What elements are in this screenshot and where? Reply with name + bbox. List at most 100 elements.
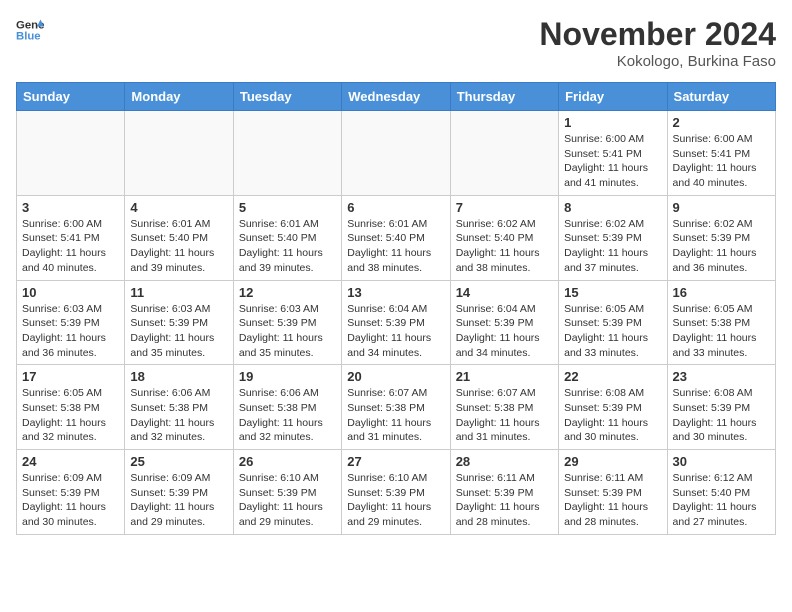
weekday-header-row: SundayMondayTuesdayWednesdayThursdayFrid… bbox=[17, 83, 776, 111]
day-cell: 24 Sunrise: 6:09 AM Sunset: 5:39 PM Dayli… bbox=[17, 450, 125, 535]
week-row-2: 3 Sunrise: 6:00 AM Sunset: 5:41 PM Daylig… bbox=[17, 195, 776, 280]
day-info: Sunrise: 6:01 AM Sunset: 5:40 PM Dayligh… bbox=[239, 217, 336, 276]
day-cell: 11Sunrise: 6:03 AM Sunset: 5:39 PM Dayli… bbox=[125, 280, 233, 365]
day-cell: 19 Sunrise: 6:06 AM Sunset: 5:38 PM Dayli… bbox=[233, 365, 341, 450]
day-cell: 25 Sunrise: 6:09 AM Sunset: 5:39 PM Dayli… bbox=[125, 450, 233, 535]
day-info: Sunrise: 6:09 AM Sunset: 5:39 PM Dayligh… bbox=[130, 471, 227, 530]
day-number: 14 bbox=[456, 285, 553, 300]
day-info: Sunrise: 6:12 AM Sunset: 5:40 PM Dayligh… bbox=[673, 471, 770, 530]
day-info: Sunrise: 6:01 AM Sunset: 5:40 PM Dayligh… bbox=[130, 217, 227, 276]
day-info: Sunrise: 6:09 AM Sunset: 5:39 PM Dayligh… bbox=[22, 471, 119, 530]
day-number: 16 bbox=[673, 285, 770, 300]
title-block: November 2024 Kokologo, Burkina Faso bbox=[539, 16, 776, 70]
day-number: 4 bbox=[130, 200, 227, 215]
day-cell: 16 Sunrise: 6:05 AM Sunset: 5:38 PM Dayli… bbox=[667, 280, 775, 365]
day-cell: 17 Sunrise: 6:05 AM Sunset: 5:38 PM Dayli… bbox=[17, 365, 125, 450]
page-header: General Blue November 2024 Kokologo, Bur… bbox=[16, 16, 776, 70]
day-cell: 5Sunrise: 6:01 AM Sunset: 5:40 PM Daylig… bbox=[233, 195, 341, 280]
day-cell: 14 Sunrise: 6:04 AM Sunset: 5:39 PM Dayli… bbox=[450, 280, 558, 365]
day-cell: 13Sunrise: 6:04 AM Sunset: 5:39 PM Dayli… bbox=[342, 280, 450, 365]
week-row-3: 10Sunrise: 6:03 AM Sunset: 5:39 PM Dayli… bbox=[17, 280, 776, 365]
day-cell: 21 Sunrise: 6:07 AM Sunset: 5:38 PM Dayli… bbox=[450, 365, 558, 450]
day-number: 22 bbox=[564, 369, 661, 384]
day-info: Sunrise: 6:02 AM Sunset: 5:39 PM Dayligh… bbox=[564, 217, 661, 276]
weekday-saturday: Saturday bbox=[667, 83, 775, 111]
logo-icon: General Blue bbox=[16, 16, 44, 44]
day-number: 7 bbox=[456, 200, 553, 215]
day-cell: 2Sunrise: 6:00 AM Sunset: 5:41 PM Daylig… bbox=[667, 111, 775, 196]
day-cell: 27 Sunrise: 6:10 AM Sunset: 5:39 PM Dayli… bbox=[342, 450, 450, 535]
day-number: 15 bbox=[564, 285, 661, 300]
day-cell: 12Sunrise: 6:03 AM Sunset: 5:39 PM Dayli… bbox=[233, 280, 341, 365]
day-number: 6 bbox=[347, 200, 444, 215]
day-info: Sunrise: 6:07 AM Sunset: 5:38 PM Dayligh… bbox=[456, 386, 553, 445]
day-number: 26 bbox=[239, 454, 336, 469]
day-info: Sunrise: 6:03 AM Sunset: 5:39 PM Dayligh… bbox=[22, 302, 119, 361]
day-number: 1 bbox=[564, 115, 661, 130]
day-number: 27 bbox=[347, 454, 444, 469]
day-info: Sunrise: 6:05 AM Sunset: 5:38 PM Dayligh… bbox=[22, 386, 119, 445]
week-row-5: 24 Sunrise: 6:09 AM Sunset: 5:39 PM Dayli… bbox=[17, 450, 776, 535]
day-number: 25 bbox=[130, 454, 227, 469]
day-cell: 29Sunrise: 6:11 AM Sunset: 5:39 PM Dayli… bbox=[559, 450, 667, 535]
day-info: Sunrise: 6:00 AM Sunset: 5:41 PM Dayligh… bbox=[22, 217, 119, 276]
day-info: Sunrise: 6:04 AM Sunset: 5:39 PM Dayligh… bbox=[456, 302, 553, 361]
day-number: 3 bbox=[22, 200, 119, 215]
day-number: 17 bbox=[22, 369, 119, 384]
day-number: 23 bbox=[673, 369, 770, 384]
day-info: Sunrise: 6:07 AM Sunset: 5:38 PM Dayligh… bbox=[347, 386, 444, 445]
week-row-4: 17 Sunrise: 6:05 AM Sunset: 5:38 PM Dayli… bbox=[17, 365, 776, 450]
day-cell: 18 Sunrise: 6:06 AM Sunset: 5:38 PM Dayli… bbox=[125, 365, 233, 450]
calendar-body: 1 Sunrise: 6:00 AM Sunset: 5:41 PM Daylig… bbox=[17, 111, 776, 535]
day-number: 30 bbox=[673, 454, 770, 469]
day-number: 2 bbox=[673, 115, 770, 130]
day-cell bbox=[233, 111, 341, 196]
day-number: 11 bbox=[130, 285, 227, 300]
day-info: Sunrise: 6:00 AM Sunset: 5:41 PM Dayligh… bbox=[564, 132, 661, 191]
location-subtitle: Kokologo, Burkina Faso bbox=[539, 53, 776, 70]
day-info: Sunrise: 6:10 AM Sunset: 5:39 PM Dayligh… bbox=[239, 471, 336, 530]
day-info: Sunrise: 6:06 AM Sunset: 5:38 PM Dayligh… bbox=[239, 386, 336, 445]
day-cell: 10Sunrise: 6:03 AM Sunset: 5:39 PM Dayli… bbox=[17, 280, 125, 365]
day-info: Sunrise: 6:10 AM Sunset: 5:39 PM Dayligh… bbox=[347, 471, 444, 530]
day-info: Sunrise: 6:01 AM Sunset: 5:40 PM Dayligh… bbox=[347, 217, 444, 276]
day-info: Sunrise: 6:04 AM Sunset: 5:39 PM Dayligh… bbox=[347, 302, 444, 361]
day-number: 9 bbox=[673, 200, 770, 215]
day-info: Sunrise: 6:02 AM Sunset: 5:39 PM Dayligh… bbox=[673, 217, 770, 276]
day-number: 18 bbox=[130, 369, 227, 384]
day-info: Sunrise: 6:05 AM Sunset: 5:39 PM Dayligh… bbox=[564, 302, 661, 361]
day-cell: 4 Sunrise: 6:01 AM Sunset: 5:40 PM Daylig… bbox=[125, 195, 233, 280]
day-number: 24 bbox=[22, 454, 119, 469]
day-number: 8 bbox=[564, 200, 661, 215]
day-cell: 3 Sunrise: 6:00 AM Sunset: 5:41 PM Daylig… bbox=[17, 195, 125, 280]
day-number: 29 bbox=[564, 454, 661, 469]
weekday-wednesday: Wednesday bbox=[342, 83, 450, 111]
day-info: Sunrise: 6:03 AM Sunset: 5:39 PM Dayligh… bbox=[239, 302, 336, 361]
day-cell: 8 Sunrise: 6:02 AM Sunset: 5:39 PM Daylig… bbox=[559, 195, 667, 280]
day-cell: 30 Sunrise: 6:12 AM Sunset: 5:40 PM Dayli… bbox=[667, 450, 775, 535]
day-cell: 6 Sunrise: 6:01 AM Sunset: 5:40 PM Daylig… bbox=[342, 195, 450, 280]
day-cell: 23Sunrise: 6:08 AM Sunset: 5:39 PM Dayli… bbox=[667, 365, 775, 450]
weekday-thursday: Thursday bbox=[450, 83, 558, 111]
day-cell: 22 Sunrise: 6:08 AM Sunset: 5:39 PM Dayli… bbox=[559, 365, 667, 450]
day-info: Sunrise: 6:06 AM Sunset: 5:38 PM Dayligh… bbox=[130, 386, 227, 445]
day-cell: 7 Sunrise: 6:02 AM Sunset: 5:40 PM Daylig… bbox=[450, 195, 558, 280]
month-title: November 2024 bbox=[539, 16, 776, 53]
day-info: Sunrise: 6:05 AM Sunset: 5:38 PM Dayligh… bbox=[673, 302, 770, 361]
weekday-monday: Monday bbox=[125, 83, 233, 111]
day-cell: 26 Sunrise: 6:10 AM Sunset: 5:39 PM Dayli… bbox=[233, 450, 341, 535]
week-row-1: 1 Sunrise: 6:00 AM Sunset: 5:41 PM Daylig… bbox=[17, 111, 776, 196]
day-cell: 20 Sunrise: 6:07 AM Sunset: 5:38 PM Dayli… bbox=[342, 365, 450, 450]
day-cell: 15 Sunrise: 6:05 AM Sunset: 5:39 PM Dayli… bbox=[559, 280, 667, 365]
day-info: Sunrise: 6:11 AM Sunset: 5:39 PM Dayligh… bbox=[456, 471, 553, 530]
weekday-sunday: Sunday bbox=[17, 83, 125, 111]
svg-text:Blue: Blue bbox=[16, 31, 41, 43]
day-info: Sunrise: 6:08 AM Sunset: 5:39 PM Dayligh… bbox=[564, 386, 661, 445]
day-number: 20 bbox=[347, 369, 444, 384]
calendar-table: SundayMondayTuesdayWednesdayThursdayFrid… bbox=[16, 82, 776, 535]
weekday-tuesday: Tuesday bbox=[233, 83, 341, 111]
day-number: 21 bbox=[456, 369, 553, 384]
day-number: 19 bbox=[239, 369, 336, 384]
day-info: Sunrise: 6:02 AM Sunset: 5:40 PM Dayligh… bbox=[456, 217, 553, 276]
day-cell bbox=[450, 111, 558, 196]
